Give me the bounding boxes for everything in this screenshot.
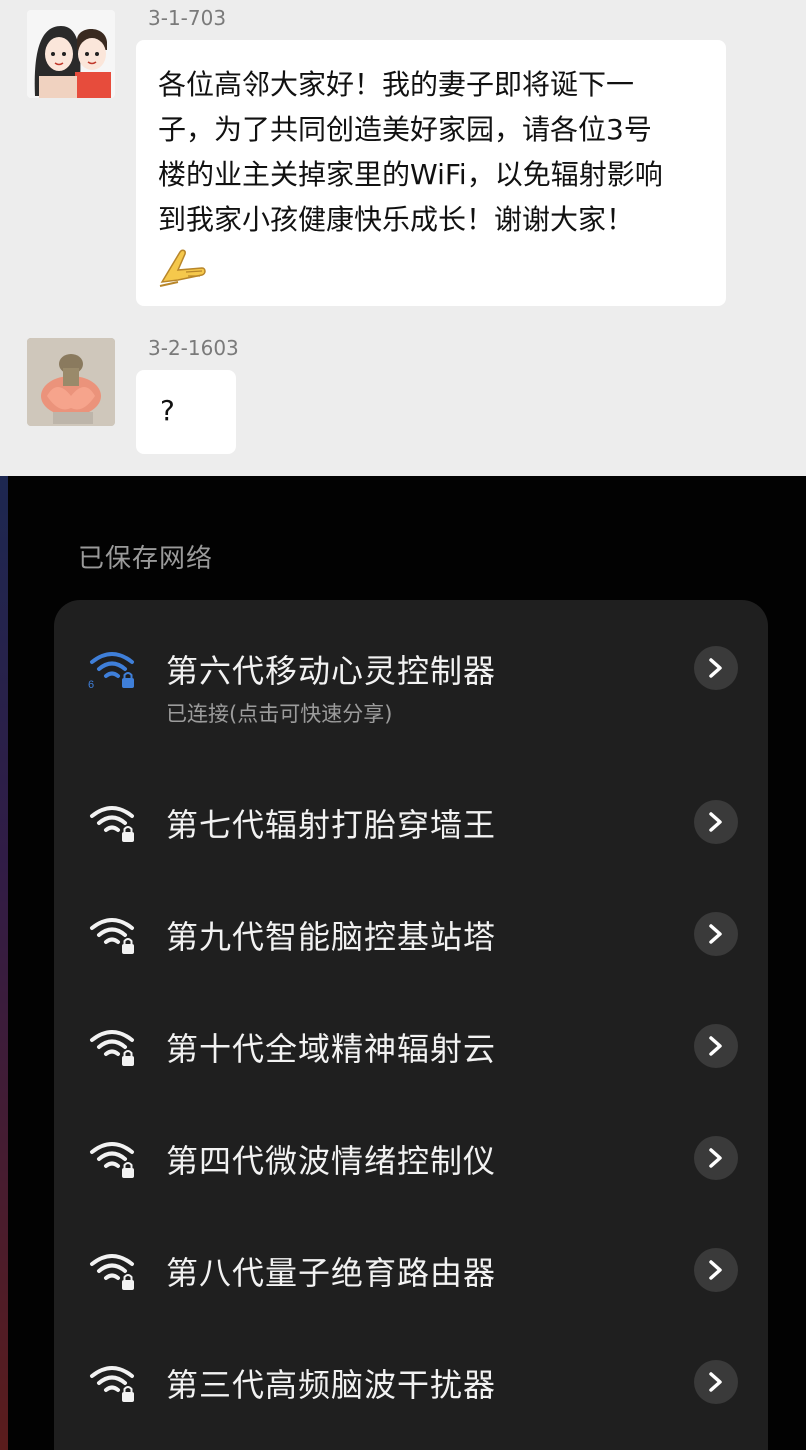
saved-networks-list: 6 第六代移动心灵控制器 已连接(点击可快速分享) 第七代辐射打胎穿墙王 第九代… [54,600,768,1450]
network-row[interactable]: 6 第六代移动心灵控制器 已连接(点击可快速分享) [54,620,768,726]
network-row[interactable]: 第三代高频脑波干扰器 [54,1334,768,1424]
chat-panel: 3-1-703 各位高邻大家好！我的妻子即将诞下一 子，为了共同创造美好家园，请… [0,0,806,476]
wifi-lock-icon [86,1022,138,1068]
network-row[interactable]: 第八代量子绝育路由器 [54,1222,768,1312]
message-bubble[interactable]: ? [136,370,236,454]
wifi-6-lock-icon: 6 [86,644,138,691]
sender-name: 3-2-1603 [148,336,239,360]
avatar[interactable] [27,10,115,98]
message-text: ? [160,394,175,427]
chevron-right-icon[interactable] [694,1024,738,1068]
message-line: 各位高邻大家好！我的妻子即将诞下一 [158,68,635,101]
wifi-settings-panel: 已保存网络 6 第六代移动心灵控制器 已连接(点击可快速分享) 第七代辐射打胎穿… [0,476,806,1450]
svg-text:6: 6 [88,679,94,690]
chevron-right-icon[interactable] [694,1360,738,1404]
network-name: 第九代智能脑控基站塔 [166,918,497,956]
message-line: 到我家小孩健康快乐成长！谢谢大家！ [158,203,635,236]
network-row[interactable]: 第七代辐射打胎穿墙王 [54,774,768,864]
network-name: 第八代量子绝育路由器 [166,1254,497,1292]
chevron-right-icon[interactable] [694,1136,738,1180]
section-title: 已保存网络 [78,544,214,574]
network-row[interactable]: 第十代全域精神辐射云 [54,998,768,1088]
chevron-right-icon[interactable] [694,912,738,956]
folded-hands-icon [158,246,704,292]
message-line: 子，为了共同创造美好家园，请各位3号 [158,113,652,146]
sender-name: 3-1-703 [148,6,227,30]
network-name: 第四代微波情绪控制仪 [166,1142,497,1180]
wifi-lock-icon [86,798,138,844]
chevron-right-icon[interactable] [694,646,738,690]
network-status: 已连接(点击可快速分享) [166,702,393,726]
message-bubble[interactable]: 各位高邻大家好！我的妻子即将诞下一 子，为了共同创造美好家园，请各位3号 楼的业… [136,40,726,306]
wifi-lock-icon [86,1134,138,1180]
avatar[interactable] [27,338,115,426]
network-row[interactable]: 第四代微波情绪控制仪 [54,1110,768,1200]
wifi-lock-icon [86,910,138,956]
network-name: 第六代移动心灵控制器 [166,652,497,690]
screen-edge [0,476,8,1450]
network-name: 第七代辐射打胎穿墙王 [166,806,497,844]
message-line: 楼的业主关掉家里的WiFi，以免辐射影响 [158,158,663,191]
chevron-right-icon[interactable] [694,1248,738,1292]
network-name: 第三代高频脑波干扰器 [166,1366,497,1404]
chevron-right-icon[interactable] [694,800,738,844]
network-name: 第十代全域精神辐射云 [166,1030,497,1068]
wifi-lock-icon [86,1246,138,1292]
wifi-lock-icon [86,1358,138,1404]
network-row[interactable]: 第九代智能脑控基站塔 [54,886,768,976]
